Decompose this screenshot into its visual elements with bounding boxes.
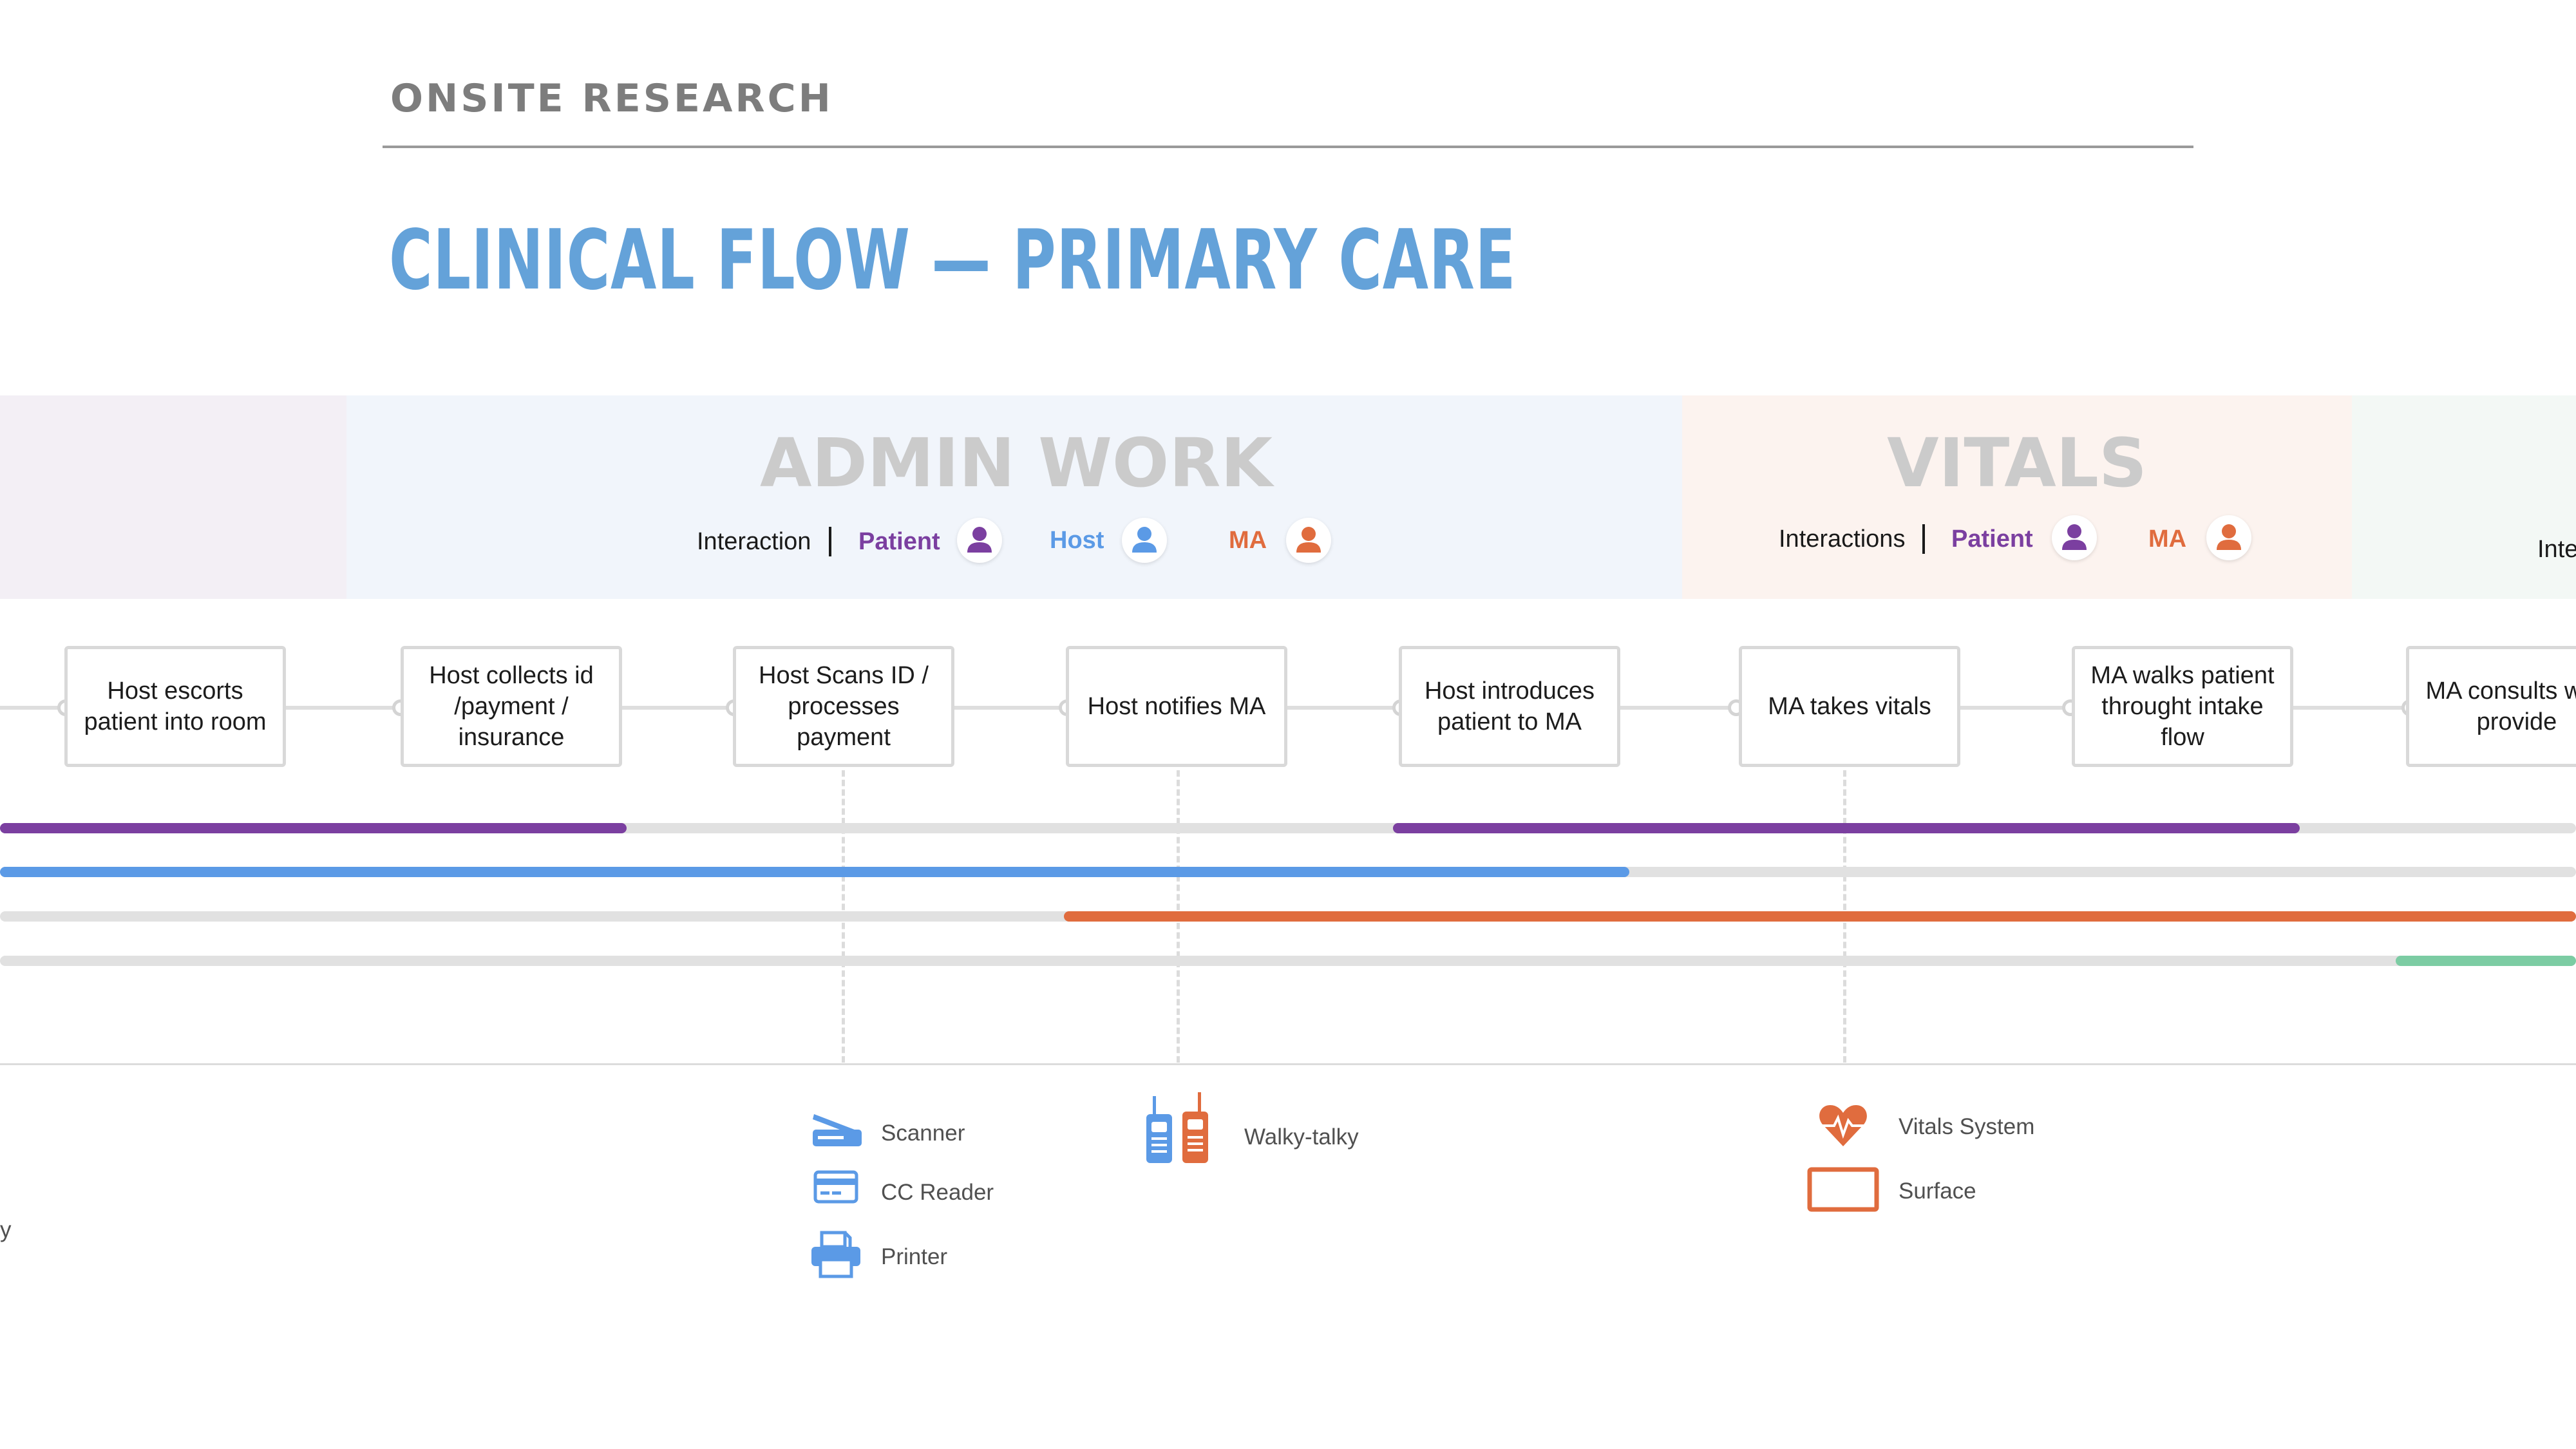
tool-label-printer: Printer [881, 1244, 948, 1269]
header-divider [383, 146, 2193, 148]
tool-label-cc-reader: CC Reader [881, 1180, 994, 1205]
lane-track-provider [0, 956, 2576, 966]
flow-step-host-scans: Host Scans ID / processes payment [733, 646, 954, 767]
ma-avatar-icon [2206, 515, 2251, 560]
legend-label-next: Inte [2537, 536, 2576, 563]
printer-icon [809, 1230, 863, 1282]
tool-label-walky-talky: Walky-talky [1244, 1124, 1359, 1150]
flow-step-ma-walks: MA walks patient throught intake flow [2072, 646, 2293, 767]
host-avatar-icon [1122, 518, 1167, 563]
vitals-heart-icon [1817, 1103, 1869, 1152]
step-label: Host notifies MA [1087, 693, 1266, 720]
step-label: MA takes vitals [1768, 693, 1931, 720]
phase-title-admin-work: ADMIN WORK [759, 424, 1273, 502]
scanner-icon [810, 1103, 864, 1152]
lane-bar-patient [1393, 823, 2300, 833]
tool-label-scanner: Scanner [881, 1121, 965, 1146]
section-kicker: ONSITE RESEARCH [390, 76, 833, 121]
patient-avatar-icon [2052, 515, 2097, 560]
tools-divider [0, 1063, 2576, 1065]
lane-bar-ma [1064, 911, 2576, 922]
flow-step-host-introduces: Host introduces patient to MA [1399, 646, 1620, 767]
tool-label-surface: Surface [1899, 1179, 1976, 1204]
tool-label-vitals-system: Vitals System [1899, 1114, 2035, 1139]
step-label: Host Scans ID / processes payment [759, 662, 929, 751]
phase-band-previous [0, 395, 346, 599]
flow-step-host-notifies: Host notifies MA [1066, 646, 1287, 767]
phase-band-next [2352, 395, 2576, 599]
legend-role-ma: MA [2148, 526, 2187, 553]
lane-bar-host [0, 867, 1629, 877]
step-label: Host collects id /payment / insurance [429, 662, 594, 751]
ma-avatar-icon [1286, 518, 1331, 563]
step-label: MA consults with provide [2425, 677, 2576, 735]
legend-separator [1922, 524, 1925, 554]
patient-avatar-icon [957, 518, 1002, 563]
phase-title-vitals: VITALS [1887, 424, 2147, 502]
flow-step-ma-takes-vitals: MA takes vitals [1739, 646, 1960, 767]
step-label: Host escorts patient into room [84, 677, 267, 735]
flow-step-host-escorts: Host escorts patient into room [64, 646, 286, 767]
legend-separator [829, 527, 831, 556]
page-title: CLINICAL FLOW — PRIMARY CARE [389, 213, 1517, 308]
flow-step-host-collects: Host collects id /payment / insurance [401, 646, 622, 767]
surface-tablet-icon [1807, 1167, 1879, 1217]
legend-role-host: Host [1050, 527, 1104, 554]
tool-label-fragment: y [0, 1217, 12, 1242]
walky-talky-icon [1141, 1091, 1218, 1171]
legend-label-vitals: Interactions [1779, 526, 1906, 553]
lane-bar-patient [0, 823, 627, 833]
flow-step-ma-consults: MA consults with provide [2406, 646, 2576, 767]
legend-role-ma: MA [1229, 527, 1267, 554]
step-label: MA walks patient throught intake flow [2090, 662, 2275, 751]
legend-role-patient: Patient [858, 528, 940, 555]
cc-reader-icon [813, 1170, 859, 1209]
legend-label-admin: Interaction [697, 528, 811, 555]
legend-role-patient: Patient [1951, 526, 2033, 553]
lane-bar-provider [2396, 956, 2576, 966]
step-label: Host introduces patient to MA [1424, 677, 1595, 735]
